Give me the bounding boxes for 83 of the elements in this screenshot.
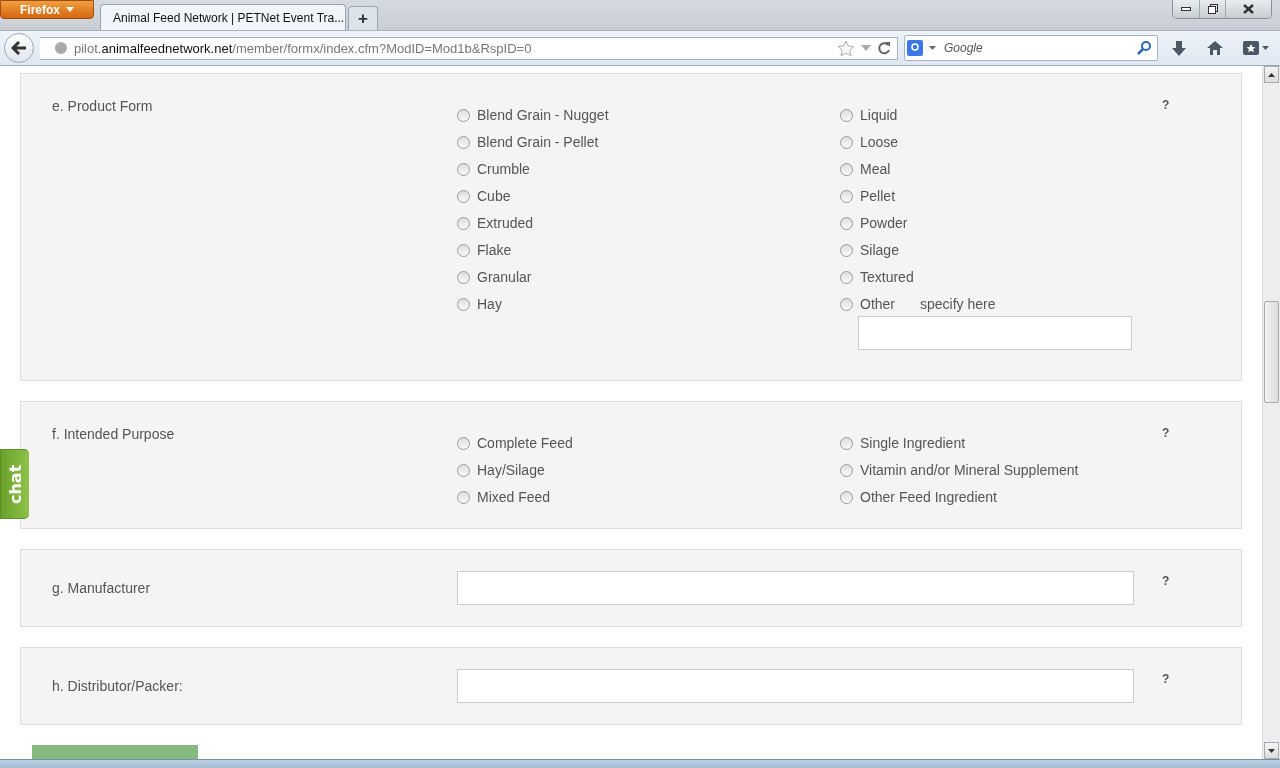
radio-option[interactable]: Meal [840, 160, 1150, 178]
question-label: f. Intended Purpose [52, 426, 176, 444]
dropdown-icon[interactable] [861, 45, 871, 51]
radio-button[interactable] [457, 436, 470, 450]
restore-button[interactable] [1199, 0, 1225, 18]
question-label: h. Distributor/Packer: [52, 678, 184, 694]
bookmark-star-icon[interactable] [1242, 40, 1270, 56]
help-icon[interactable]: ? [1150, 98, 1170, 350]
radio-option[interactable]: Silage [840, 241, 1150, 259]
scroll-down-icon[interactable] [1268, 748, 1275, 753]
radio-button[interactable] [457, 189, 470, 203]
radio-button[interactable] [840, 270, 853, 284]
reload-icon[interactable] [877, 41, 891, 55]
scroll-up-icon[interactable] [1268, 72, 1275, 77]
radio-button[interactable] [840, 463, 853, 477]
back-arrow-icon[interactable] [11, 41, 27, 55]
radio-option[interactable]: Loose [840, 133, 1150, 151]
search-field[interactable]: Google [904, 35, 1158, 61]
radio-option[interactable]: Hay [457, 295, 840, 313]
radio-button[interactable] [840, 297, 853, 311]
radio-option[interactable]: Other Feed Ingredient [840, 488, 1150, 506]
radio-button[interactable] [840, 436, 853, 450]
radio-option[interactable]: Complete Feed [457, 434, 840, 452]
radio-button[interactable] [840, 490, 853, 504]
radio-option[interactable]: Single Ingredient [840, 434, 1150, 452]
radio-option[interactable]: Hay/Silage [457, 461, 840, 479]
radio-option[interactable]: Granular [457, 268, 840, 286]
browser-tab[interactable]: Animal Feed Network | PETNet Event Tra... [100, 4, 346, 30]
radio-option[interactable]: Liquid [840, 106, 1150, 124]
scrollbar[interactable] [1262, 66, 1280, 759]
radio-button[interactable] [457, 243, 470, 257]
radio-option[interactable]: Pellet [840, 187, 1150, 205]
scroll-thumb[interactable] [1264, 301, 1279, 403]
text-field[interactable] [457, 669, 1134, 703]
help-icon[interactable]: ? [1150, 672, 1170, 686]
radio-option[interactable]: Other specify here [840, 295, 1150, 313]
home-icon[interactable] [1206, 40, 1224, 56]
radio-option[interactable]: Crumble [457, 160, 840, 178]
close-icon[interactable] [1243, 4, 1254, 14]
radio-button[interactable] [457, 490, 470, 504]
minimize-icon[interactable] [1181, 7, 1191, 11]
radio-button[interactable] [457, 216, 470, 230]
address-bar[interactable]: pilot.animalfeednetwork.net/member/formx/index.cfm?ModID=Mod1b&RspID=0 [40, 36, 898, 60]
radio-button[interactable] [457, 108, 470, 122]
search-input[interactable]: Google [942, 40, 1131, 56]
text-field[interactable] [457, 571, 1134, 605]
radio-button[interactable] [457, 270, 470, 284]
radio-button[interactable] [457, 463, 470, 477]
caret-icon [929, 46, 936, 50]
radio-button[interactable] [457, 297, 470, 311]
back-button[interactable] [4, 33, 34, 63]
specify-label: specify here [920, 296, 996, 312]
download-arrow-icon[interactable] [1171, 39, 1187, 57]
star-icon[interactable] [837, 39, 855, 57]
radio-button[interactable] [840, 189, 853, 203]
radio-button[interactable] [457, 135, 470, 149]
search-icon[interactable] [1137, 41, 1151, 55]
close-button[interactable] [1225, 0, 1271, 18]
radio-option[interactable]: Powder [840, 214, 1150, 232]
new-tab-button[interactable]: + [348, 6, 378, 30]
radio-button[interactable] [840, 135, 853, 149]
radio-option[interactable]: Extruded [457, 214, 840, 232]
radio-button[interactable] [840, 216, 853, 230]
radio-button[interactable] [840, 243, 853, 257]
help-icon[interactable]: ? [1150, 574, 1170, 588]
radio-button[interactable] [840, 108, 853, 122]
radio-button[interactable] [457, 162, 470, 176]
caret-icon [66, 7, 74, 12]
help-icon[interactable]: ? [1150, 426, 1170, 506]
specify-field[interactable] [858, 316, 1132, 350]
radio-button[interactable] [840, 162, 853, 176]
radio-option[interactable]: Vitamin and/or Mineral Supplement [840, 461, 1150, 479]
restore-icon[interactable] [1207, 4, 1218, 14]
question-label: e. Product Form [52, 98, 154, 116]
question-label: g. Manufacturer [52, 580, 152, 596]
radio-option[interactable]: Blend Grain - Nugget [457, 106, 840, 124]
radio-option[interactable]: Cube [457, 187, 840, 205]
radio-option[interactable]: Mixed Feed [457, 488, 840, 506]
minimize-button[interactable] [1173, 0, 1199, 18]
radio-option[interactable]: Blend Grain - Pellet [457, 133, 840, 151]
google-icon[interactable] [907, 40, 923, 56]
radio-option[interactable]: Flake [457, 241, 840, 259]
radio-option[interactable]: Textured [840, 268, 1150, 286]
